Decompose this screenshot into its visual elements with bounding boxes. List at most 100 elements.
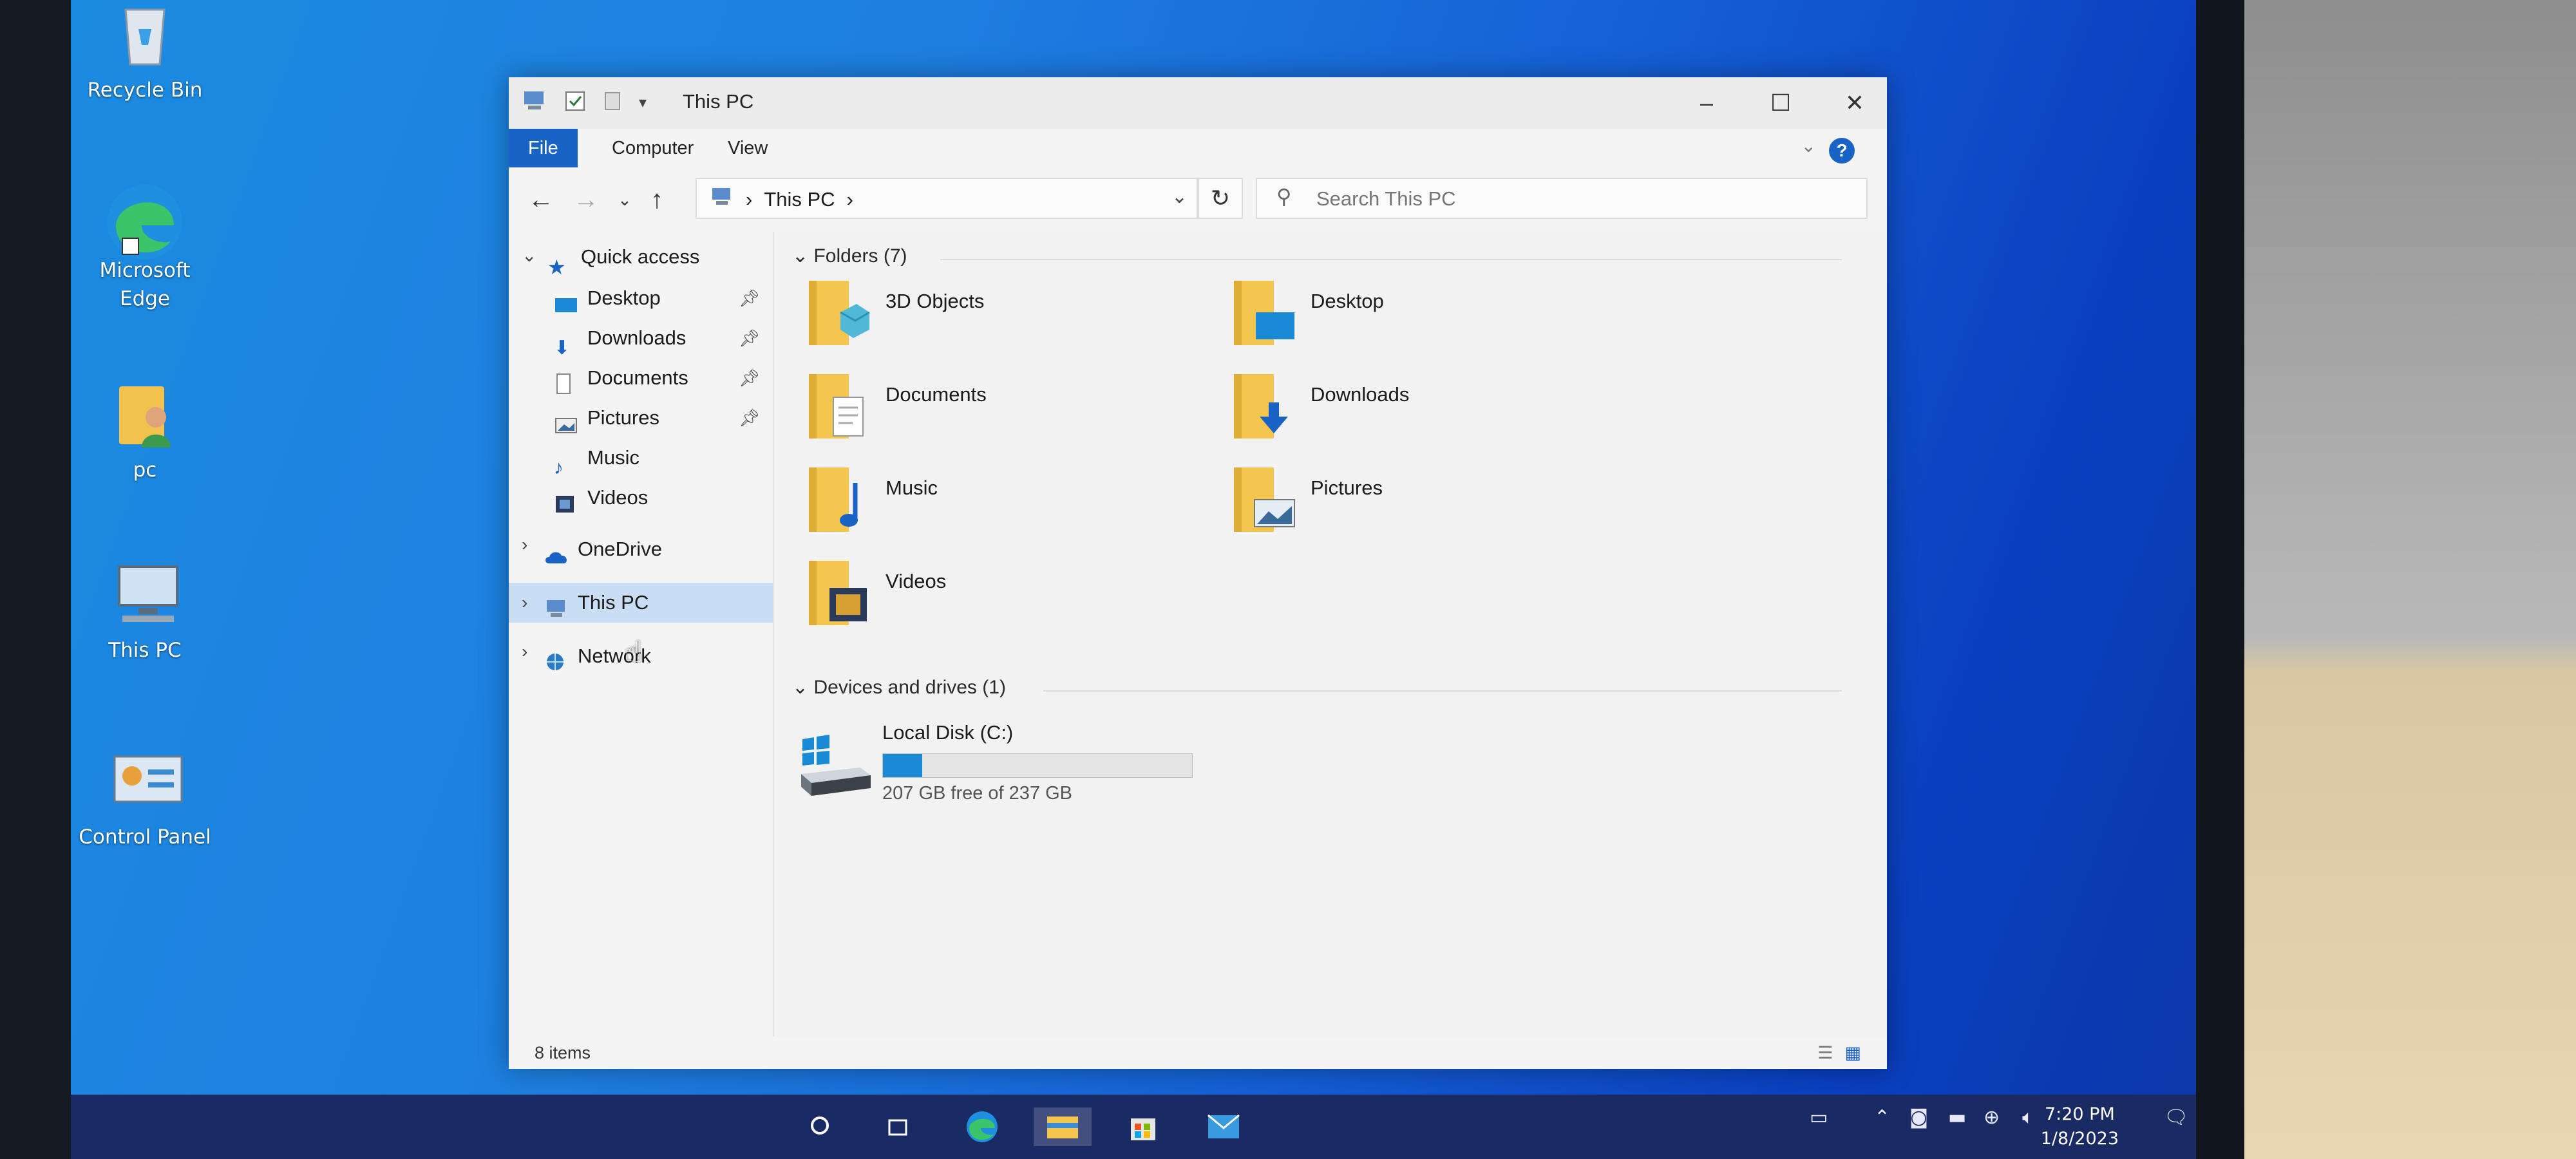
address-dropdown-icon[interactable]: ⌄ [1171,185,1188,208]
nav-item-desktop[interactable]: Desktop 📌︎ [554,278,760,318]
taskbar: ▭ ⌃ ◙ ▬ ⊕ 🔈︎ 7:20 PM 1/8/2023 🗨︎ [71,1095,2196,1159]
folder-desktop[interactable]: Desktop [1230,277,1616,361]
hard-drive-icon [799,734,873,802]
search-icon[interactable] [802,1107,840,1146]
expand-ribbon-icon[interactable]: ⌄ [1801,135,1816,156]
task-view-icon[interactable] [879,1107,918,1146]
drive-name: Local Disk (C:) [882,721,1014,744]
nav-item-onedrive[interactable]: OneDrive [544,529,662,569]
file-explorer-window: ▾ This PC – ☐ ✕ File Computer View ⌄ ? ←… [509,77,1887,1069]
desktop-folder-icon [554,288,578,312]
nav-item-downloads[interactable]: ⬇ Downloads 📌︎ [554,318,760,359]
nav-label: This PC [578,591,649,614]
computer-icon [109,560,180,631]
volume-icon[interactable]: 🔈︎ [2022,1106,2034,1129]
network-icon[interactable]: ⊕ [1984,1106,2000,1129]
up-button[interactable]: ↑ [638,180,676,219]
control-panel-icon [109,747,183,818]
status-bar: 8 items ☰ ▦ [509,1037,1887,1069]
file-explorer-taskbar-icon[interactable] [1034,1107,1092,1146]
clock[interactable]: 7:20 PM 1/8/2023 [2041,1102,2119,1151]
chevron-right-icon[interactable]: › [522,583,527,623]
folder-downloads[interactable]: Downloads [1230,370,1616,454]
properties-icon[interactable] [564,90,586,115]
folder-pictures[interactable]: Pictures [1230,464,1616,547]
desktop-icon-label: Microsoft Edge [99,259,191,310]
details-view-icon[interactable]: ☰ [1817,1043,1833,1063]
chevron-down-icon[interactable]: ⌄ [522,245,536,266]
back-button[interactable]: ← [522,180,560,219]
desktop-icon-edge[interactable]: Microsoft Edge [71,180,219,313]
forward-button[interactable]: → [567,180,605,219]
hand-cursor-icon: ☝ [625,634,643,669]
help-button[interactable]: ? [1829,138,1855,164]
drive-local-disk-c[interactable]: Local Disk (C:) 207 GB free of 237 GB [799,721,1249,811]
pin-icon[interactable]: 📌︎ [739,358,760,398]
refresh-button[interactable]: ↻ [1198,178,1243,219]
music-folder-icon [805,464,872,536]
computer-icon [544,593,569,617]
chevron-down-icon: ⌄ [792,245,809,267]
chevron-right-icon[interactable]: › [522,534,527,555]
desktop-icon-recycle-bin[interactable]: Recycle Bin [71,0,219,104]
edge-taskbar-icon[interactable] [963,1107,1001,1146]
close-button[interactable]: ✕ [1823,84,1887,122]
folder-name: Desktop [1311,290,1384,312]
large-icons-view-icon[interactable]: ▦ [1844,1043,1861,1063]
tab-view[interactable]: View [708,129,787,167]
nav-quick-access[interactable]: ★ Quick access [547,237,700,279]
folders-section-header[interactable]: ⌄ Folders (7) [792,245,1855,267]
meet-now-icon[interactable]: ◙ [1909,1106,1928,1129]
3d-objects-folder-icon [805,277,872,349]
edge-icon [108,180,182,259]
address-location[interactable]: This PC [764,188,835,211]
tab-file[interactable]: File [509,129,578,167]
folder-name: Pictures [1311,476,1383,499]
pin-icon[interactable]: 📌︎ [739,398,760,438]
desktop-icon-control-panel[interactable]: Control Panel [71,747,219,851]
nav-item-documents[interactable]: Documents 📌︎ [554,358,760,398]
content-area: ⌄ Folders (7) 3D Objects Desktop Documen… [779,232,1874,1037]
title-bar: ▾ This PC – ☐ ✕ [509,77,1887,129]
search-input[interactable] [1315,184,1846,214]
new-folder-icon[interactable] [603,90,622,115]
customize-qat-icon[interactable]: ▾ [639,93,647,112]
folder-documents[interactable]: Documents [805,370,1191,454]
notifications-icon[interactable]: 🗨︎ [2164,1106,2188,1129]
desktop-icon-label: pc [133,458,157,482]
store-taskbar-icon[interactable] [1124,1107,1162,1146]
nav-item-pictures[interactable]: Pictures 📌︎ [554,398,760,438]
tab-computer[interactable]: Computer [592,129,713,167]
nav-item-music[interactable]: ♪ Music [554,438,639,478]
battery-icon[interactable]: ▬ [1948,1106,1966,1129]
mail-taskbar-icon[interactable] [1204,1107,1243,1146]
chevron-right-icon[interactable]: › [847,188,853,211]
search-box[interactable]: ⚲ [1256,178,1868,219]
drive-free-space: 207 GB free of 237 GB [882,783,1073,804]
desktop-icon-this-pc[interactable]: This PC [71,560,219,664]
clock-date: 1/8/2023 [2040,1129,2119,1149]
desktop-icon-pc-user[interactable]: pc [71,380,219,484]
section-title: Devices and drives (1) [813,677,1006,698]
folder-videos[interactable]: Videos [805,557,1191,641]
drives-section-header[interactable]: ⌄ Devices and drives (1) [792,676,1855,699]
desktop: Recycle Bin Microsoft Edge pc This PC Co… [71,0,2196,1159]
window-title: This PC [683,90,754,113]
this-pc-small-icon [522,90,547,115]
folder-music[interactable]: Music [805,464,1191,547]
documents-folder-icon [805,370,872,442]
chevron-right-icon[interactable]: › [522,641,527,662]
maximize-button[interactable]: ☐ [1748,84,1813,122]
folder-name: Music [886,476,938,499]
pin-icon[interactable]: 📌︎ [739,318,760,358]
nav-item-videos[interactable]: Videos [554,478,648,518]
folder-name: Videos [886,570,947,592]
chevron-up-icon[interactable]: ⌃ [1874,1106,1890,1129]
pin-icon[interactable]: 📌︎ [739,278,760,318]
minimize-button[interactable]: – [1674,84,1739,122]
address-bar[interactable]: › This PC › ⌄ [696,178,1198,219]
input-indicator-icon[interactable]: ▭ [1810,1106,1828,1129]
nav-item-this-pc[interactable]: › This PC [509,583,773,623]
nav-label: Quick access [581,245,700,268]
folder-3d-objects[interactable]: 3D Objects [805,277,1191,361]
